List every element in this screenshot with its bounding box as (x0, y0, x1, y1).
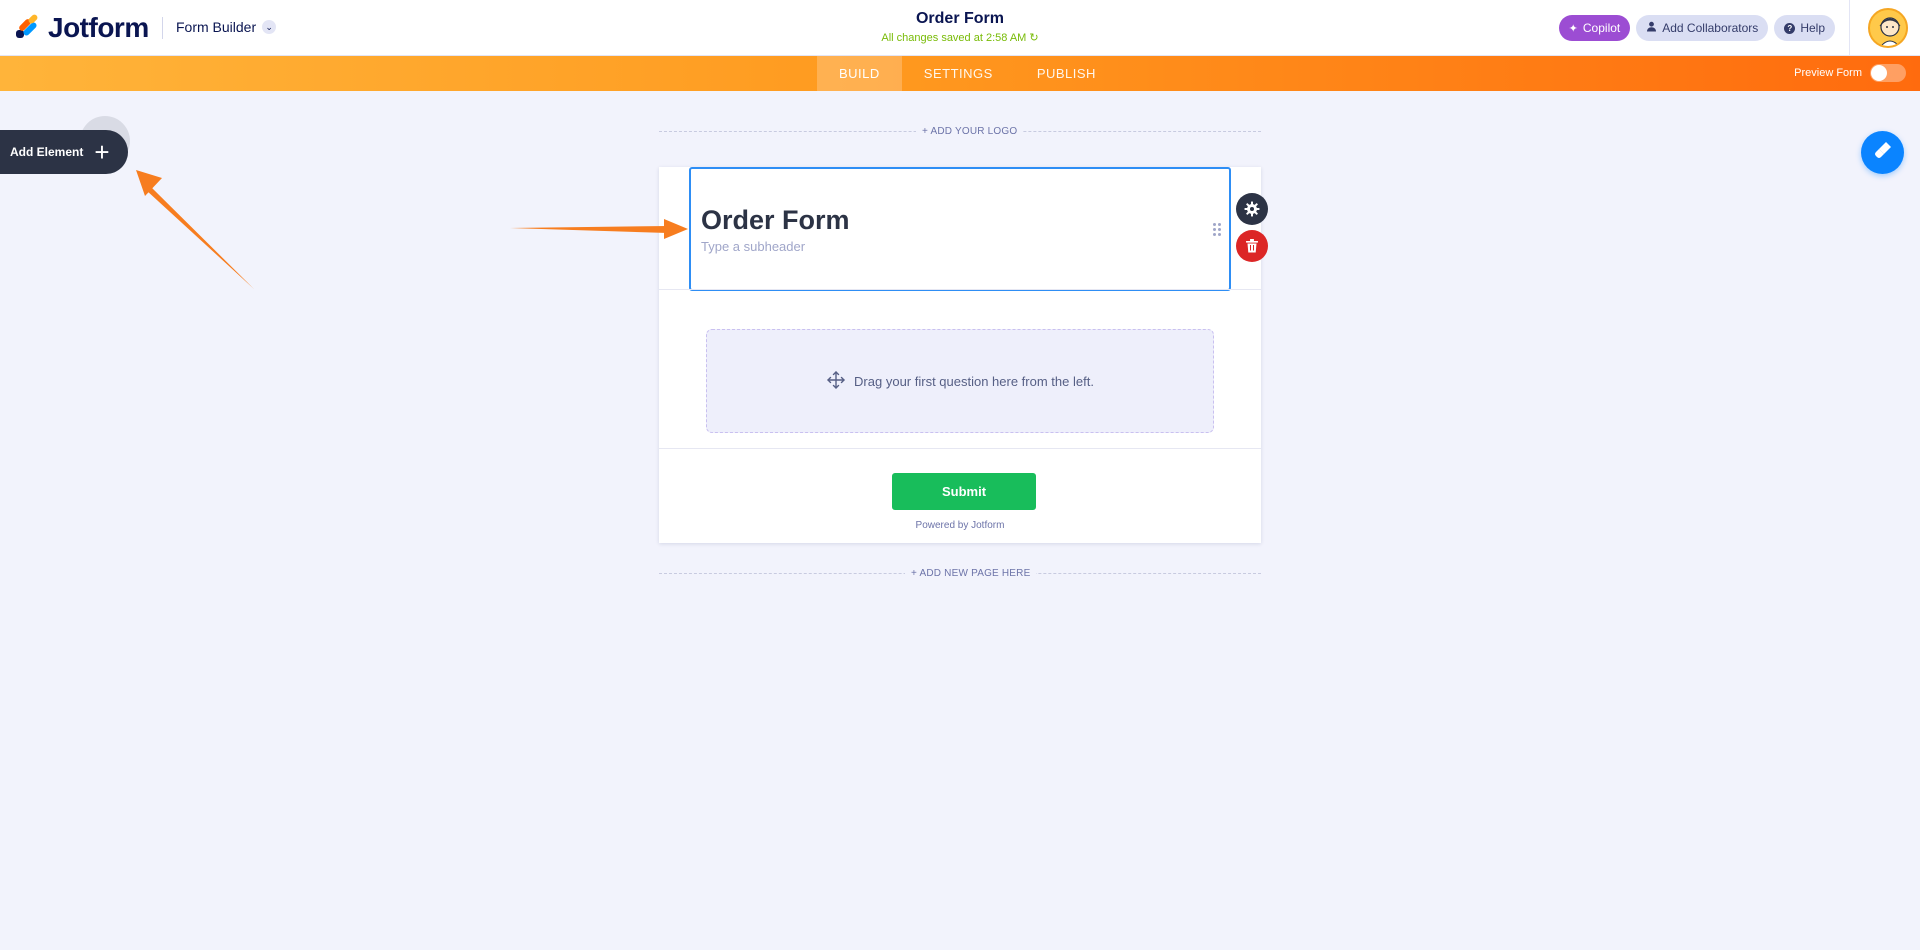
preview-form-toggle[interactable] (1870, 64, 1906, 82)
sparkle-icon: ✦ (1568, 22, 1578, 35)
brand-name: Jotform (48, 12, 149, 43)
drag-handle-icon[interactable] (1213, 223, 1223, 237)
gear-icon[interactable] (1236, 193, 1268, 225)
builder-tabs: BUILD SETTINGS PUBLISH (817, 56, 1118, 91)
powered-by-text: Powered by Jotform (915, 520, 1005, 531)
add-element-label: Add Element (10, 145, 84, 159)
top-actions: ✦ Copilot Add Collaborators ? Help (1558, 15, 1835, 41)
preview-form: Preview Form (1794, 64, 1906, 82)
add-collaborators-button[interactable]: Add Collaborators (1636, 15, 1769, 41)
user-icon (1646, 21, 1657, 35)
plus-icon[interactable]: + (86, 136, 118, 168)
drop-zone-text: Drag your first question here from the l… (854, 373, 1094, 389)
tab-settings[interactable]: SETTINGS (902, 56, 1015, 91)
form-card: Order Form Type a subheader Drag your fi… (659, 167, 1261, 543)
save-status: All changes saved at 2:58 AM ↻ (760, 31, 1160, 44)
chevron-down-icon: ⌄ (262, 20, 277, 34)
form-designer-button[interactable] (1861, 131, 1904, 174)
page-title[interactable]: Order Form (760, 10, 1160, 28)
form-builder-menu[interactable]: Form Builder ⌄ (176, 19, 277, 35)
help-button[interactable]: ? Help (1774, 15, 1835, 41)
add-new-page-link[interactable]: + ADD NEW PAGE HERE (905, 568, 1037, 579)
copilot-label: Copilot (1582, 21, 1621, 35)
question-drop-zone[interactable]: Drag your first question here from the l… (706, 329, 1214, 433)
help-icon: ? (1784, 22, 1796, 34)
trash-icon[interactable] (1236, 230, 1268, 262)
form-heading[interactable]: Order Form (701, 205, 850, 236)
preview-form-label: Preview Form (1794, 67, 1862, 79)
divider (659, 289, 1261, 290)
divider (162, 17, 163, 39)
divider (659, 448, 1261, 449)
jotform-logo-icon (14, 13, 40, 42)
tab-publish[interactable]: PUBLISH (1015, 56, 1118, 91)
avatar[interactable] (1868, 8, 1908, 48)
form-title-block: Order Form All changes saved at 2:58 AM … (760, 10, 1160, 44)
annotation-arrow-to-add-element (136, 170, 254, 289)
jotform-logo[interactable]: Jotform (14, 12, 149, 44)
tab-build[interactable]: BUILD (817, 56, 902, 91)
top-bar: Jotform Form Builder ⌄ Order Form All ch… (0, 0, 1920, 56)
subheader-input[interactable]: Type a subheader (701, 239, 805, 254)
divider (1849, 0, 1850, 56)
move-icon (826, 370, 846, 393)
builder-navbar: BUILD SETTINGS PUBLISH Preview Form (0, 56, 1920, 91)
copilot-button[interactable]: ✦ Copilot (1558, 15, 1631, 41)
form-builder-label: Form Builder (176, 19, 257, 35)
refresh-icon: ↻ (1029, 32, 1039, 44)
save-status-text: All changes saved at 2:58 AM (881, 32, 1027, 44)
form-header-block[interactable]: Order Form Type a subheader (689, 167, 1231, 291)
submit-button[interactable]: Submit (892, 473, 1036, 510)
toggle-knob (1871, 65, 1887, 81)
add-logo-link[interactable]: + ADD YOUR LOGO (916, 126, 1024, 137)
add-collaborators-label: Add Collaborators (1662, 21, 1759, 35)
paint-roller-icon (1873, 140, 1893, 165)
help-label: Help (1800, 21, 1825, 35)
